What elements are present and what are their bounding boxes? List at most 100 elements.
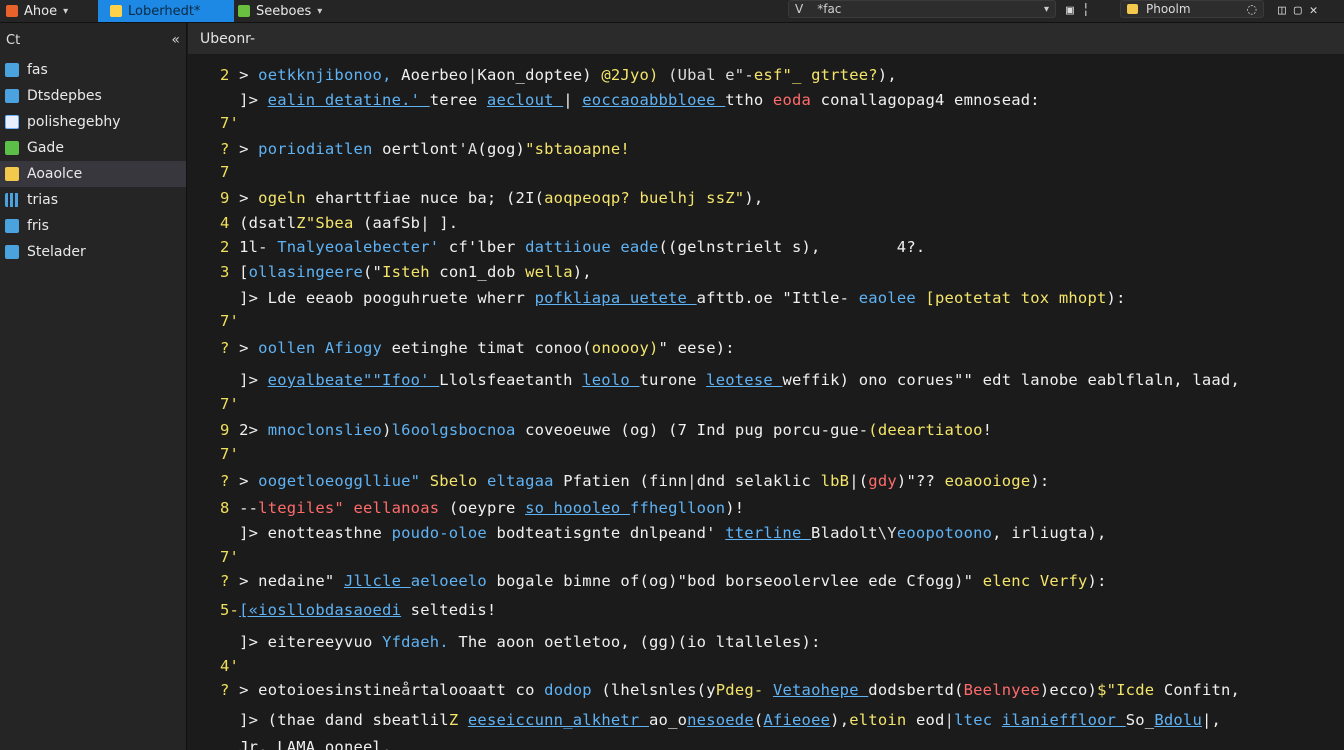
code-token: elenc Verfy xyxy=(982,572,1088,590)
code-line: 4' xyxy=(220,657,239,675)
code-token: eltagaa xyxy=(486,472,564,490)
code-token: ogeln xyxy=(258,189,316,207)
split-icon[interactable]: ◫ xyxy=(1278,3,1286,18)
sidebar-item-gade[interactable]: Gade xyxy=(0,135,186,161)
code-token: 4 xyxy=(220,214,240,232)
code-token: ]> xyxy=(220,91,268,109)
code-token: ), xyxy=(744,189,764,207)
tab-ahoe[interactable]: Ahoe ▾ xyxy=(0,0,102,22)
code-token: coveoeuwe xyxy=(525,421,621,439)
code-token: )"?? xyxy=(896,472,945,490)
code-token: dodsbertd( xyxy=(868,681,964,699)
code-token: "Ittle- xyxy=(782,289,859,307)
sidebar-item-dtsdepbes[interactable]: Dtsdepbes xyxy=(0,83,186,109)
code-token: -- xyxy=(239,499,259,517)
code-token: "bod xyxy=(677,572,726,590)
folder-icon xyxy=(1127,4,1138,14)
sidebar-item-fas[interactable]: fas xyxy=(0,57,186,83)
code-line: 2 1l- Tnalyeoalebecter' cf'lber dattiiou… xyxy=(220,238,925,256)
explorer-sidebar: Ct « fas Dtsdepbes polishegebhy Gade Aoa… xyxy=(0,23,187,750)
code-line: 9 > ogeln eharttfiae nuce ba; (2I(aoqpeo… xyxy=(220,189,763,207)
lock-icon: ◌ xyxy=(1246,2,1257,16)
chevron-down-icon[interactable]: ▾ xyxy=(63,6,68,17)
code-token: > xyxy=(239,66,259,84)
code-line: 7 xyxy=(220,163,230,181)
sidebar-item-label: fas xyxy=(27,62,48,78)
code-token: The xyxy=(458,633,497,651)
code-token: tterline xyxy=(725,524,812,542)
code-token: 7' xyxy=(220,395,240,413)
code-token: 'A xyxy=(458,140,478,158)
image-icon xyxy=(5,89,19,103)
code-token: eltoin xyxy=(849,711,916,729)
code-token: Beelnyee xyxy=(963,681,1040,699)
command-search[interactable]: V *fac ▾ xyxy=(788,0,1056,18)
chevron-down-icon[interactable]: ▾ xyxy=(317,6,322,17)
tab-seeboes[interactable]: Seeboes ▾ xyxy=(232,0,368,22)
code-token: Jllcle xyxy=(343,572,411,590)
sidebar-item-fris[interactable]: fris xyxy=(0,213,186,239)
code-token: (finn xyxy=(639,472,688,490)
sidebar-item-label: fris xyxy=(27,218,49,234)
code-token: > xyxy=(239,681,259,699)
code-token: Bdolu xyxy=(1154,711,1202,729)
code-token: | xyxy=(687,472,697,490)
code-token: 2 xyxy=(220,66,240,84)
code-token: pofkliapa uetete xyxy=(534,289,697,307)
code-token: 1l- xyxy=(239,238,278,256)
code-token: Bladolt xyxy=(811,524,878,542)
code-token: So_ xyxy=(1125,711,1155,729)
search-prefix: V xyxy=(795,2,804,16)
code-token: " eese): xyxy=(658,339,735,357)
sidebar-item-aoaolce[interactable]: Aoaolce xyxy=(0,161,186,187)
code-token: rtalooaatt xyxy=(410,681,516,699)
document-icon xyxy=(5,115,19,129)
branch-selector[interactable]: Phoolm ◌ xyxy=(1120,0,1264,18)
code-token: aoqpeoqp? buelhj ssZ" xyxy=(544,189,745,207)
sidebar-header: Ct « xyxy=(0,23,186,57)
tab-label: Seeboes xyxy=(256,3,312,19)
code-token: $"Icde xyxy=(1097,681,1164,699)
code-token: ]> xyxy=(220,711,268,729)
code-token: @2Jyo) xyxy=(601,66,669,84)
code-token: 9 xyxy=(220,421,240,439)
code-token: ), xyxy=(572,263,592,281)
sidebar-item-stelader[interactable]: Stelader xyxy=(0,239,186,265)
editor-breadcrumb: Ubeonr- xyxy=(188,23,1344,55)
code-token: (dsatl xyxy=(239,214,297,232)
sidebar-item-polishegebhy[interactable]: polishegebhy xyxy=(0,109,186,135)
code-editor[interactable]: 2 > oetkknjibonoo, Aoerbeo|Kaon_doptee) … xyxy=(188,56,1344,750)
code-token: dnd selaklic xyxy=(696,472,821,490)
sidebar-item-label: Dtsdepbes xyxy=(27,88,102,104)
code-line: 8 --ltegiles" eellanoas (oeypre so hoool… xyxy=(220,499,744,517)
layout-icon[interactable]: ▢ xyxy=(1294,3,1302,18)
document-icon[interactable]: ▣ xyxy=(1066,3,1074,18)
code-token: ollasingeere xyxy=(248,263,364,281)
code-token: mnoclonslieo xyxy=(267,421,383,439)
code-token: conoo( xyxy=(534,339,592,357)
code-token: ooneel. xyxy=(324,738,392,750)
sidebar-item-trias[interactable]: trias xyxy=(0,187,186,213)
code-token: Aoerbeo xyxy=(401,66,468,84)
chevron-down-icon[interactable]: ▾ xyxy=(1044,4,1049,15)
code-token: emnosead: xyxy=(954,91,1040,109)
tab-active-file[interactable]: Loberhedt* xyxy=(98,0,234,22)
pin-icon[interactable]: ╎ xyxy=(1082,3,1090,18)
code-token: afttb.oe xyxy=(696,289,783,307)
code-line: Jr. LAMA ooneel. xyxy=(220,738,392,750)
code-token: leolo xyxy=(582,371,640,389)
code-line: ? > oollen Afiogy eetinghe timat conoo(o… xyxy=(220,339,735,357)
code-token: Vetaohepe xyxy=(772,681,869,699)
code-token: ffheglloon xyxy=(629,499,726,517)
close-icon[interactable]: ✕ xyxy=(1310,3,1318,18)
code-token: (2I( xyxy=(506,189,545,207)
code-token: eharttfiae nuce ba; xyxy=(315,189,506,207)
pencil-icon xyxy=(5,167,19,181)
code-token: 5- xyxy=(220,601,240,619)
code-token: wella xyxy=(525,263,573,281)
sidebar-item-label: trias xyxy=(27,192,59,208)
collapse-icon[interactable]: « xyxy=(171,32,180,48)
code-token: | xyxy=(467,66,478,84)
code-token: å xyxy=(401,681,411,699)
code-token: ealin detatine.' xyxy=(267,91,430,109)
